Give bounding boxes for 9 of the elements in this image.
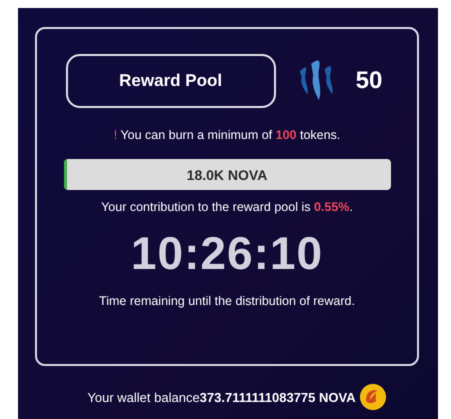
pool-total: 18.0K NOVA	[186, 166, 268, 182]
coin-icon	[358, 383, 387, 411]
reward-pool-button[interactable]: Reward Pool	[66, 54, 276, 108]
contribution-text: Your contribution to the reward pool is 0.55%.	[101, 200, 353, 214]
countdown-timer: 10:26:10	[130, 226, 324, 280]
burn-amount: 50	[356, 67, 382, 95]
wallet-balance: Your wallet balance373.7111111083775 NOVA	[87, 390, 356, 404]
countdown-caption: Time remaining until the distribution of reward.	[99, 294, 355, 308]
burn-notice: ! You can burn a minimum of 100 tokens.	[114, 128, 340, 142]
